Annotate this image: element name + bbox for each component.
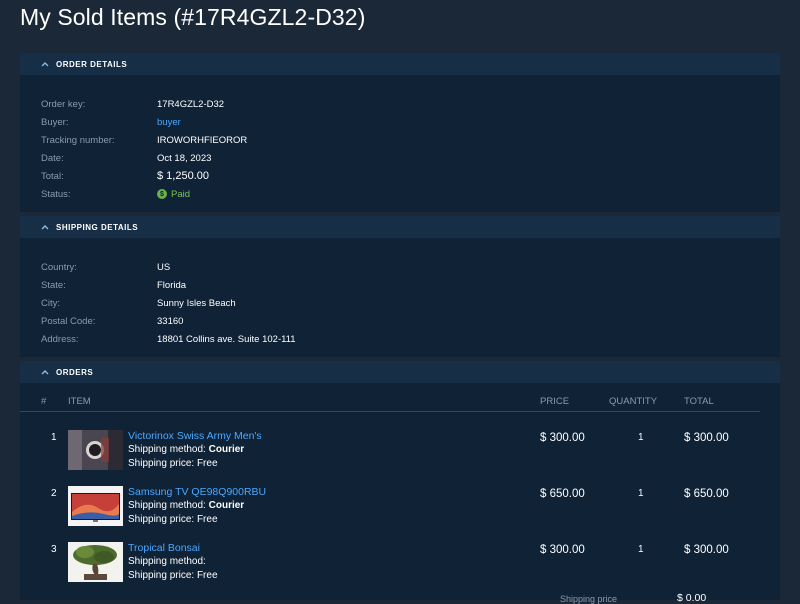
item-total: $ 300.00	[684, 432, 729, 444]
shipping-method-value: Courier	[208, 444, 245, 455]
status-badge: $ Paid	[157, 189, 190, 200]
detail-row-address: Address: 18801 Collins ave. Suite 102-11…	[41, 330, 780, 348]
detail-label: Status:	[41, 188, 71, 200]
detail-row-tracking: Tracking number: IROWORHFIEOROR	[41, 131, 780, 149]
row-number: 2	[51, 488, 57, 499]
item-quantity: 1	[638, 432, 644, 443]
table-row: 3 Tropical Bonsai Shipping method: Shipp…	[20, 540, 780, 584]
shipping-price-label: Shipping price:	[128, 570, 195, 581]
product-thumbnail[interactable]	[68, 430, 123, 470]
order-details-header[interactable]: ORDER DETAILS	[20, 53, 780, 75]
state-value: Florida	[157, 279, 187, 291]
item-quantity: 1	[638, 488, 644, 499]
item-price: $ 300.00	[540, 544, 585, 556]
table-row: 1 Victorinox Swiss Army Men's Shipping m…	[20, 428, 780, 472]
buyer-link[interactable]: buyer	[157, 117, 181, 128]
country-value: US	[157, 261, 171, 273]
detail-row-order-key: Order key: 17R4GZL2-D32	[41, 95, 780, 113]
detail-row-city: City: Sunny Isles Beach	[41, 294, 780, 312]
detail-label: Date:	[41, 152, 64, 164]
column-header-total: TOTAL	[684, 396, 714, 407]
column-header-quantity: QUANTITY	[609, 396, 658, 407]
tracking-number-value: IROWORHFIEOROR	[157, 134, 248, 146]
shipping-method-value: Courier	[208, 500, 245, 511]
shipping-price-value: Free	[196, 570, 218, 581]
detail-label: Tracking number:	[41, 134, 115, 146]
chevron-up-icon[interactable]	[41, 368, 49, 376]
shipping-method-line: Shipping method:	[128, 555, 218, 569]
detail-row-total: Total: $ 1,250.00	[41, 167, 780, 185]
product-thumbnail[interactable]	[68, 542, 123, 582]
postal-code-value: 33160	[157, 315, 184, 327]
shipping-price-value: Free	[196, 514, 218, 525]
item-info: Samsung TV QE98Q900RBU Shipping method: …	[128, 485, 266, 527]
orders-table-header: # ITEM PRICE QUANTITY TOTAL	[20, 393, 760, 412]
shipping-price-summary-value: $ 0.00	[677, 592, 707, 604]
product-thumbnail[interactable]	[68, 486, 123, 526]
shipping-details-header[interactable]: SHIPPING DETAILS	[20, 216, 780, 238]
shipping-method-label: Shipping method:	[128, 556, 206, 567]
item-quantity: 1	[638, 544, 644, 555]
shipping-price-value: Free	[196, 458, 218, 469]
shipping-details-panel: SHIPPING DETAILS Country: US State: Flor…	[20, 216, 780, 357]
chevron-up-icon[interactable]	[41, 60, 49, 68]
item-info: Victorinox Swiss Army Men's Shipping met…	[128, 429, 262, 471]
item-price: $ 300.00	[540, 432, 585, 444]
column-header-item: ITEM	[68, 396, 91, 407]
detail-label: City:	[41, 297, 60, 309]
row-number: 3	[51, 544, 57, 555]
column-header-price: PRICE	[540, 396, 570, 407]
row-number: 1	[51, 432, 57, 443]
shipping-method-line: Shipping method: Courier	[128, 499, 266, 513]
detail-row-state: State: Florida	[41, 276, 780, 294]
shipping-method-line: Shipping method: Courier	[128, 443, 262, 457]
item-link[interactable]: Victorinox Swiss Army Men's	[128, 429, 262, 443]
item-link[interactable]: Tropical Bonsai	[128, 541, 218, 555]
orders-header[interactable]: ORDERS	[20, 361, 780, 383]
detail-label: Buyer:	[41, 116, 69, 128]
order-details-title: ORDER DETAILS	[56, 59, 128, 69]
detail-label: Postal Code:	[41, 315, 96, 327]
total-value: $ 1,250.00	[157, 170, 209, 182]
detail-label: State:	[41, 279, 66, 291]
table-row: 2 Samsung TV QE98Q900RBU Shipping method…	[20, 484, 780, 528]
page-title: My Sold Items (#17R4GZL2-D32)	[20, 4, 366, 30]
address-value: 18801 Collins ave. Suite 102-111	[157, 333, 296, 345]
chevron-up-icon[interactable]	[41, 223, 49, 231]
shipping-price-label: Shipping price:	[128, 458, 195, 469]
order-details-panel: ORDER DETAILS Order key: 17R4GZL2-D32 Bu…	[20, 53, 780, 212]
dollar-icon: $	[157, 189, 167, 199]
date-value: Oct 18, 2023	[157, 152, 212, 164]
city-value: Sunny Isles Beach	[157, 297, 236, 309]
shipping-price-line: Shipping price: Free	[128, 457, 262, 471]
detail-label: Order key:	[41, 98, 86, 110]
item-info: Tropical Bonsai Shipping method: Shippin…	[128, 541, 218, 583]
detail-row-date: Date: Oct 18, 2023	[41, 149, 780, 167]
orders-panel: ORDERS # ITEM PRICE QUANTITY TOTAL 1 Vic…	[20, 361, 780, 604]
detail-label: Country:	[41, 261, 77, 273]
detail-row-buyer: Buyer: buyer	[41, 113, 780, 131]
shipping-price-line: Shipping price: Free	[128, 569, 218, 583]
item-total: $ 300.00	[684, 544, 729, 556]
orders-title: ORDERS	[56, 367, 94, 377]
detail-row-country: Country: US	[41, 258, 780, 276]
item-total: $ 650.00	[684, 488, 729, 500]
order-details-list: Order key: 17R4GZL2-D32 Buyer: buyer Tra…	[41, 95, 780, 203]
shipping-details-title: SHIPPING DETAILS	[56, 222, 139, 232]
detail-row-postal-code: Postal Code: 33160	[41, 312, 780, 330]
shipping-price-summary-label: Shipping price	[560, 594, 618, 604]
detail-row-status: Status: $ Paid	[41, 185, 780, 203]
shipping-price-line: Shipping price: Free	[128, 513, 266, 527]
order-key-value: 17R4GZL2-D32	[157, 98, 225, 110]
shipping-price-label: Shipping price:	[128, 514, 195, 525]
detail-label: Total:	[41, 170, 64, 182]
item-link[interactable]: Samsung TV QE98Q900RBU	[128, 485, 266, 499]
shipping-method-label: Shipping method:	[128, 500, 206, 511]
shipping-details-list: Country: US State: Florida City: Sunny I…	[41, 258, 780, 348]
column-header-num: #	[41, 396, 47, 407]
shipping-method-label: Shipping method:	[128, 444, 206, 455]
status-text: Paid	[171, 188, 191, 200]
item-price: $ 650.00	[540, 488, 585, 500]
detail-label: Address:	[41, 333, 79, 345]
